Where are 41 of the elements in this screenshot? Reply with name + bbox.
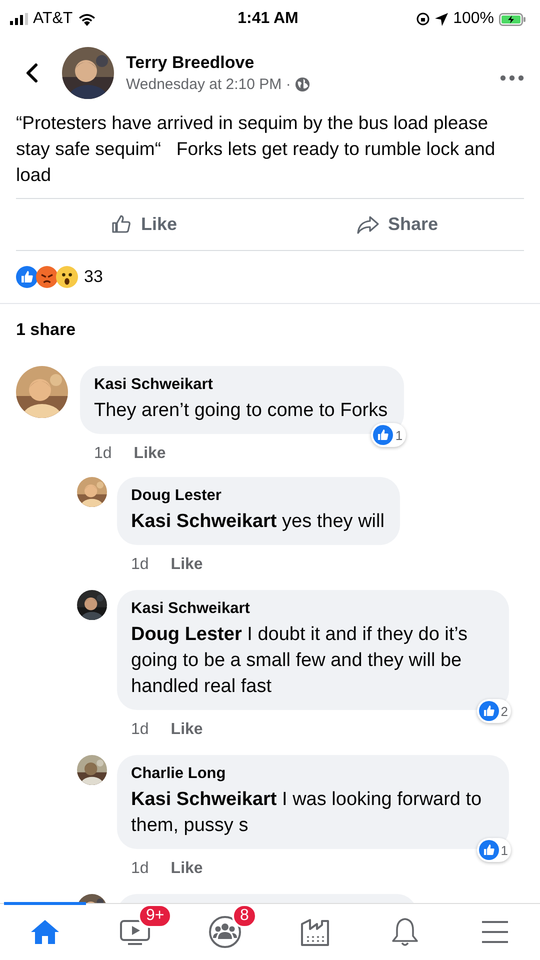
groups-tab[interactable]: 8 <box>180 904 270 960</box>
reactions-icon[interactable] <box>16 266 76 288</box>
count-badge: 9+ <box>138 904 172 928</box>
share-count[interactable]: 1 share <box>0 304 540 350</box>
location-icon <box>435 12 448 26</box>
like-link[interactable]: Like <box>170 556 203 574</box>
like-link[interactable]: Like <box>134 445 166 463</box>
wifi-icon <box>78 12 96 26</box>
comment-time: 1d <box>94 445 112 463</box>
commenter-name[interactable]: Kasi Schweikart <box>131 600 493 618</box>
comment-text: Kasi Schweikart yes they will <box>131 510 384 534</box>
commenter-name[interactable]: Doug Lester <box>131 487 384 505</box>
reaction-badge[interactable]: 2 <box>476 699 511 723</box>
reaction-badge[interactable]: 1 <box>371 423 406 447</box>
like-link[interactable]: Like <box>170 721 203 739</box>
count-badge: 8 <box>232 904 257 928</box>
like-button[interactable]: Like <box>16 199 270 250</box>
comment-text: Kasi Schweikart I was looking forward to them, pussy s <box>131 788 483 838</box>
commenter-name[interactable]: Kasi Schweikart <box>94 376 388 394</box>
comment-time: 1d <box>131 860 149 878</box>
signal-icon <box>10 13 28 25</box>
share-button[interactable]: Share <box>270 199 524 250</box>
groups-icon <box>208 915 242 949</box>
video-tab[interactable]: 9+ <box>90 904 180 960</box>
battery-icon <box>499 12 526 26</box>
reaction-badge[interactable]: 1 <box>476 838 511 862</box>
comment-text: They aren’t going to come to Forks <box>94 399 388 423</box>
globe-icon <box>294 77 310 92</box>
author-name[interactable]: Terry Breedlove <box>126 53 500 73</box>
reaction-count: 33 <box>84 267 103 287</box>
post-text: “Protesters have arrived in sequim by the bus load please stay safe sequim“ Forks lets get ready to rumble lock and load <box>15 111 496 187</box>
carrier-name: AT&T <box>33 10 73 28</box>
like-link[interactable]: Like <box>170 860 203 878</box>
clock-time: 1:41 AM <box>238 10 298 28</box>
comment-time: 1d <box>131 721 149 739</box>
comment-time: 1d <box>131 556 149 574</box>
post-time: Wednesday at 2:10 PM · <box>126 76 291 93</box>
comment-text: Doug Lester I doubt it and if they do it’s going to be a small few and they will be handled real fast <box>131 623 469 699</box>
rotation-lock-icon <box>416 12 430 26</box>
battery-percent: 100% <box>453 10 494 28</box>
commenter-name[interactable]: Charlie Long <box>131 765 493 783</box>
